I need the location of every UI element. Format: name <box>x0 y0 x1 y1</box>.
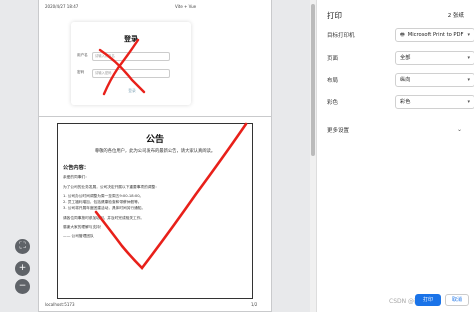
pages-row: 页面 全部 ▾ <box>327 51 474 65</box>
notice-box: 公告 尊敬的各位用户，此为公司发布的最新公告，请大家认真阅读。 公告内容： 亲爱… <box>57 123 253 299</box>
notice-line: 2. 员工福利增加，包括健康检查和带薪休假等。 <box>63 200 142 204</box>
fit-to-page-button[interactable]: ⛶ <box>15 239 30 254</box>
notice-line: 亲爱的同事们： <box>63 175 89 179</box>
destination-label: 目标打印机 <box>327 33 355 39</box>
notice-line: 请各位同事按时参加培训，并及时完成相关工作。 <box>63 216 145 220</box>
preview-page-1: 2020/4/27 18:47 Vite + Vue 登录 用户名 请输入用户名… <box>38 0 272 120</box>
color-value: 彩色 <box>400 99 411 105</box>
print-dialog-title: 打印 <box>327 11 342 20</box>
zoom-out-button[interactable]: − <box>15 279 30 294</box>
destination-value: Microsoft Print to PDF <box>407 32 464 38</box>
login-button: 登录 <box>128 88 136 93</box>
pages-select[interactable]: 全部 ▾ <box>395 51 474 65</box>
print-button[interactable]: 打印 <box>415 294 441 306</box>
destination-select[interactable]: 🖶 Microsoft Print to PDF ▾ <box>395 28 474 42</box>
chevron-down-icon: ▾ <box>467 99 470 105</box>
preview-page-2: 公告 尊敬的各位用户，此为公司发布的最新公告，请大家认真阅读。 公告内容： 亲爱… <box>38 116 272 312</box>
notice-subtitle: 尊敬的各位用户，此为公司发布的最新公告，请大家认真阅读。 <box>94 149 216 154</box>
page1-header-date: 2020/4/27 18:47 <box>45 4 79 9</box>
notice-line: 1. 公司办公时间调整为周一至周五9:00-18:00。 <box>63 194 144 198</box>
pages-value: 全部 <box>400 55 411 61</box>
zoom-in-button[interactable]: + <box>15 261 30 276</box>
login-card: 登录 用户名 请输入用户名 密码 请输入密码 登录 <box>71 22 191 105</box>
notice-line: 3. 公司将开展年度团建活动，具体时间另行通知。 <box>63 206 146 210</box>
username-row: 用户名 请输入用户名 <box>77 52 185 61</box>
page2-footer-page: 1/2 <box>251 302 258 307</box>
cancel-button[interactable]: 取消 <box>445 294 469 306</box>
chevron-down-icon[interactable]: ⌄ <box>457 126 462 133</box>
layout-value: 纵向 <box>400 77 411 83</box>
password-row: 密码 请输入密码 <box>77 69 185 78</box>
printer-icon: 🖶 <box>400 32 405 38</box>
login-title: 登录 <box>124 35 138 43</box>
layout-label: 布局 <box>327 78 339 84</box>
more-settings-toggle[interactable]: 更多设置 <box>327 126 349 134</box>
preview-scrollbar-thumb[interactable] <box>311 4 315 156</box>
color-label: 彩色 <box>327 100 339 106</box>
notice-heading: 公告内容： <box>63 165 89 171</box>
notice-title: 公告 <box>145 135 164 145</box>
password-label: 密码 <box>77 70 85 74</box>
chevron-down-icon: ▾ <box>467 32 470 38</box>
password-input: 请输入密码 <box>92 69 170 78</box>
color-row: 彩色 彩色 ▾ <box>327 95 474 109</box>
color-select[interactable]: 彩色 ▾ <box>395 95 474 109</box>
destination-row: 目标打印机 🖶 Microsoft Print to PDF ▾ <box>327 28 474 42</box>
notice-line: 为了公司的业务发展，公司决定开展以下重要事项的调整： <box>63 185 159 189</box>
page2-footer-url: localhost:5173 <box>45 302 75 307</box>
pages-label: 页面 <box>327 56 339 62</box>
notice-line: —— 公司管理团队 <box>63 234 94 238</box>
chevron-down-icon: ▾ <box>467 77 470 83</box>
sheet-count: 2 张纸 <box>447 13 464 19</box>
print-preview-area: 2020/4/27 18:47 Vite + Vue 登录 用户名 请输入用户名… <box>0 0 312 312</box>
layout-row: 布局 纵向 ▾ <box>327 73 474 87</box>
print-settings-panel: 打印 2 张纸 目标打印机 🖶 Microsoft Print to PDF ▾ … <box>316 0 474 312</box>
chevron-down-icon: ▾ <box>467 55 470 61</box>
username-input: 请输入用户名 <box>92 52 170 61</box>
username-label: 用户名 <box>77 53 88 57</box>
page1-header-title: Vite + Vue <box>175 4 197 9</box>
layout-select[interactable]: 纵向 ▾ <box>395 73 474 87</box>
notice-line: 感谢大家的理解与支持！ <box>63 225 104 229</box>
